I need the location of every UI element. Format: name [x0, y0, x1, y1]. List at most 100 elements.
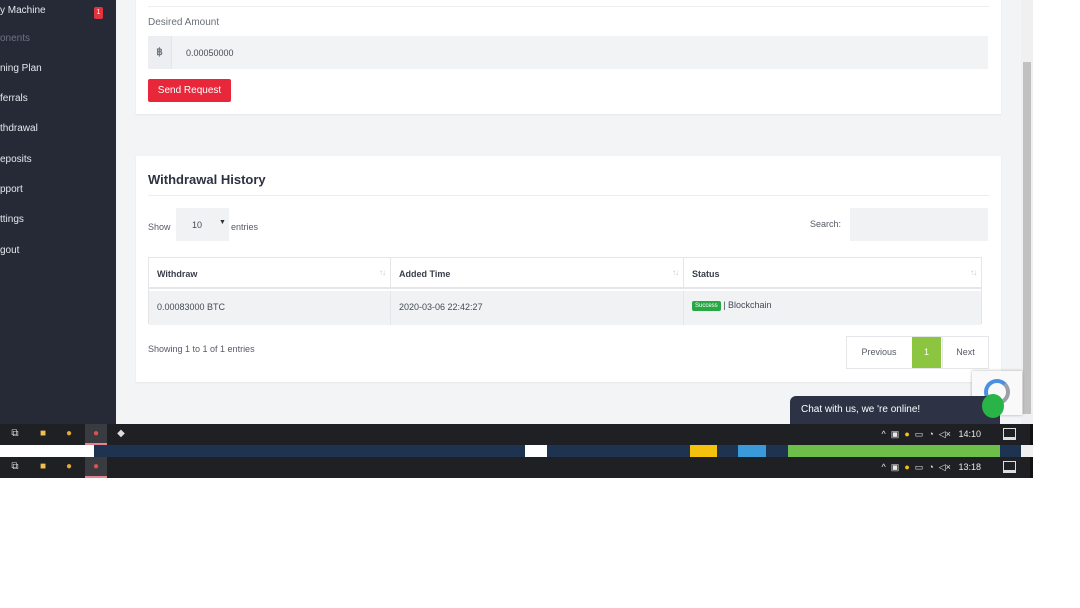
chrome-icon[interactable]: ● — [89, 427, 103, 441]
column-header-label: Withdraw — [157, 269, 198, 279]
wifi-icon[interactable]: ◔ — [928, 429, 933, 439]
tray-app-icon[interactable]: ▣ — [891, 462, 900, 472]
background-window-strip — [690, 445, 717, 457]
sidebar-item-logout[interactable]: gout — [0, 242, 19, 260]
column-header-status[interactable]: Status ↑↓ — [684, 258, 981, 289]
taskbar: ⧉ ■ ● ● ◆ ^ ▣ ● ▭ ◔ ◁× 14:10 — [0, 424, 1033, 445]
table-cell-withdraw: 0.00083000 BTC — [149, 291, 391, 325]
clock[interactable]: 13:18 — [958, 462, 981, 472]
background-window-strip — [1021, 445, 1033, 457]
divider — [148, 6, 989, 7]
notification-icon[interactable] — [1003, 461, 1016, 473]
background-window-strip — [788, 445, 1000, 457]
main-content: Desired Amount ฿ Send Request Withdrawal… — [116, 0, 1021, 424]
battery-icon[interactable]: ▭ — [915, 462, 924, 472]
chevron-up-icon[interactable]: ^ — [882, 462, 886, 472]
column-header-withdraw[interactable]: Withdraw ↑↓ — [149, 258, 391, 289]
chrome-icon[interactable]: ● — [62, 460, 76, 474]
column-header-added-time[interactable]: Added Time ↑↓ — [391, 258, 684, 289]
notification-badge: 1 — [94, 7, 103, 19]
desired-amount-input[interactable] — [172, 36, 988, 69]
bitcoin-icon: ฿ — [148, 36, 172, 69]
scrollbar-thumb[interactable] — [1023, 62, 1031, 414]
task-view-icon[interactable]: ⧉ — [8, 460, 22, 474]
sidebar-item-support[interactable]: pport — [0, 181, 23, 199]
background-window-strip — [738, 445, 766, 457]
sidebar-item-mining-plan[interactable]: ning Plan — [0, 60, 42, 78]
file-explorer-icon[interactable]: ■ — [36, 460, 50, 474]
tray-app-icon[interactable]: ● — [904, 462, 909, 472]
entries-label: entries — [231, 222, 259, 232]
sidebar-item-label: pport — [0, 184, 23, 195]
caret-down-icon: ▼ — [219, 219, 226, 226]
background-window-strip — [0, 445, 94, 457]
sidebar-item-label: gout — [0, 245, 20, 256]
chevron-up-icon[interactable]: ^ — [882, 429, 886, 439]
table-info: Showing 1 to 1 of 1 entries — [148, 344, 255, 354]
search-label: Search: — [810, 219, 842, 229]
sidebar-item-deposits[interactable]: eposits — [0, 151, 32, 169]
search-input[interactable] — [850, 208, 988, 241]
show-desktop[interactable] — [1030, 457, 1033, 478]
system-tray: ^ ▣ ● ▭ ◔ ◁× 13:18 — [882, 457, 981, 478]
page-scrollbar[interactable] — [1021, 0, 1033, 424]
column-header-label: Status — [692, 269, 720, 279]
clock[interactable]: 14:10 — [958, 429, 981, 439]
sort-icon: ↑↓ — [672, 268, 679, 277]
sidebar-item-settings[interactable]: ttings — [0, 211, 24, 229]
sidebar-item-label: ferrals — [0, 93, 28, 104]
chrome-icon[interactable]: ● — [62, 427, 76, 441]
column-header-label: Added Time — [399, 269, 451, 279]
sidebar-item-money-machine[interactable]: y Machine 1 — [0, 2, 103, 20]
pagination-previous[interactable]: Previous — [847, 337, 911, 368]
send-request-button[interactable]: Send Request — [148, 79, 231, 102]
sidebar-section-components: onents — [0, 30, 30, 48]
background-window-strip — [525, 445, 547, 457]
status-badge: Success — [692, 301, 721, 311]
entries-select-value: 10 — [192, 220, 203, 230]
withdrawal-history-title: Withdrawal History — [148, 172, 266, 187]
wifi-icon[interactable]: ◔ — [928, 462, 933, 472]
tray-app-icon[interactable]: ▣ — [891, 429, 900, 439]
withdraw-request-card: Desired Amount ฿ Send Request — [136, 0, 1001, 114]
sidebar-item-withdrawal[interactable]: thdrawal — [0, 120, 38, 138]
status-text: | Blockchain — [720, 300, 772, 310]
show-desktop[interactable] — [1030, 424, 1033, 445]
added-time: 2020-03-06 22:42:27 — [399, 302, 483, 312]
withdrawal-history-card: Withdrawal History Show 10 ▼ entries Sea… — [136, 156, 1001, 382]
tray-app-icon[interactable]: ● — [904, 429, 909, 439]
chrome-icon[interactable]: ● — [89, 460, 103, 474]
sidebar-item-label: thdrawal — [0, 123, 38, 134]
sort-icon: ↑↓ — [379, 268, 386, 277]
sidebar-item-label: ning Plan — [0, 63, 42, 74]
chat-label: Chat with us, we 're online! — [801, 404, 921, 415]
file-explorer-icon[interactable]: ■ — [36, 427, 50, 441]
taskbar: ⧉ ■ ● ● ^ ▣ ● ▭ ◔ ◁× 13:18 — [0, 457, 1033, 478]
pagination-page-1[interactable]: 1 — [912, 337, 941, 368]
sidebar-item-label: y Machine — [0, 5, 46, 16]
speaker-muted-icon[interactable]: ◁× — [939, 429, 951, 439]
table-cell-added-time: 2020-03-06 22:42:27 — [391, 291, 684, 325]
table-cell-status: Success | Blockchain — [684, 291, 981, 325]
desired-amount-label: Desired Amount — [148, 17, 220, 28]
speaker-muted-icon[interactable]: ◁× — [939, 462, 951, 472]
sidebar: y Machine 1 onents ning Plan ferrals thd… — [0, 0, 116, 424]
system-tray: ^ ▣ ● ▭ ◔ ◁× 14:10 — [882, 424, 981, 445]
screen: y Machine 1 onents ning Plan ferrals thd… — [0, 0, 1033, 478]
pagination-next[interactable]: Next — [942, 337, 988, 368]
sort-icon: ↑↓ — [970, 268, 977, 277]
sidebar-section-label: onents — [0, 33, 31, 44]
chat-widget[interactable]: Chat with us, we 're online! — [790, 396, 1000, 424]
entries-select[interactable]: 10 ▼ — [176, 208, 229, 241]
app-icon[interactable]: ◆ — [114, 427, 128, 441]
show-label: Show — [148, 222, 171, 232]
battery-icon[interactable]: ▭ — [915, 429, 924, 439]
withdraw-amount: 0.00083000 BTC — [157, 302, 226, 312]
sidebar-item-referrals[interactable]: ferrals — [0, 90, 28, 108]
divider — [148, 195, 989, 196]
chat-online-indicator — [982, 394, 1004, 418]
notification-icon[interactable] — [1003, 428, 1016, 440]
pagination: Previous 1 Next — [846, 336, 989, 369]
withdrawal-table: Withdraw ↑↓ Added Time ↑↓ Status ↑↓ 0.00… — [148, 257, 982, 325]
task-view-icon[interactable]: ⧉ — [8, 427, 22, 441]
